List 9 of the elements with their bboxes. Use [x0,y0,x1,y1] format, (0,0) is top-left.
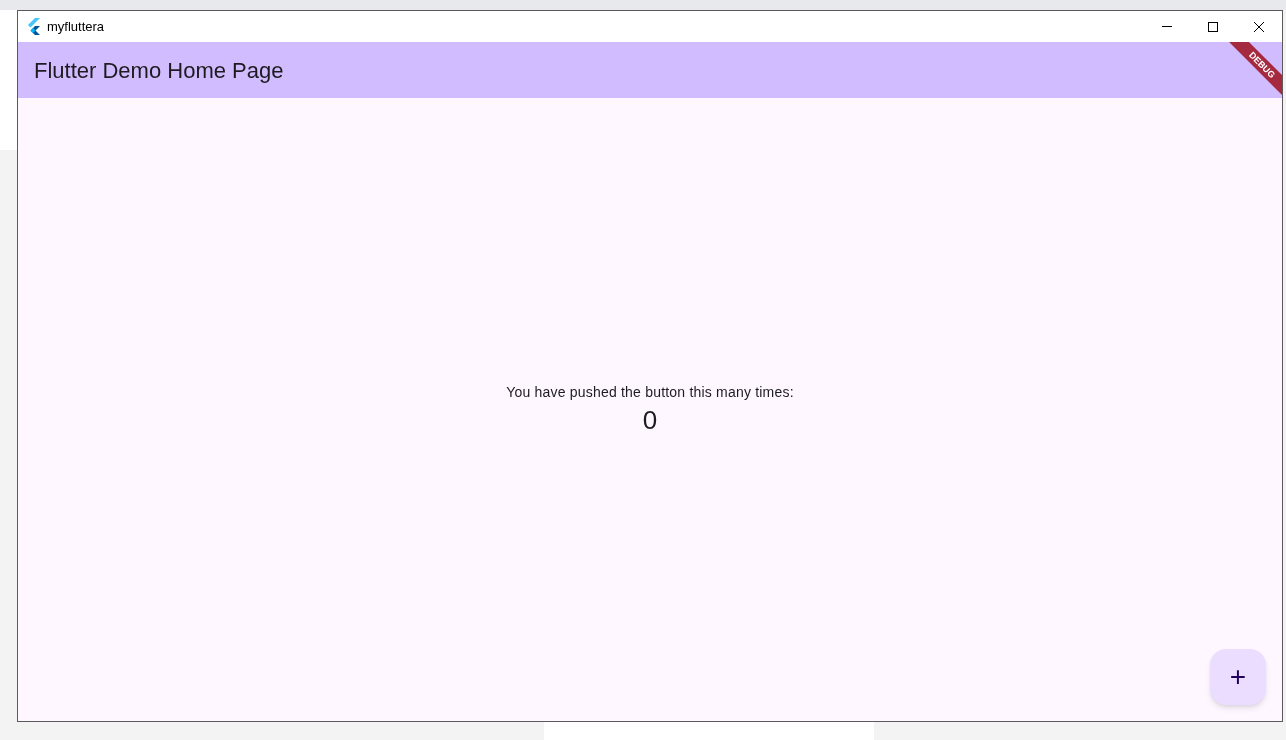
window-title: myfluttera [47,17,105,36]
app-bar-title: Flutter Demo Home Page [34,56,284,85]
close-icon [1254,21,1264,32]
flutter-logo-icon [27,18,41,35]
increment-button[interactable]: + [1210,649,1266,705]
maximize-icon [1208,21,1218,32]
counter-caption: You have pushed the button this many times: [506,383,794,402]
minimize-icon [1162,26,1172,27]
counter-value: 0 [642,404,658,437]
